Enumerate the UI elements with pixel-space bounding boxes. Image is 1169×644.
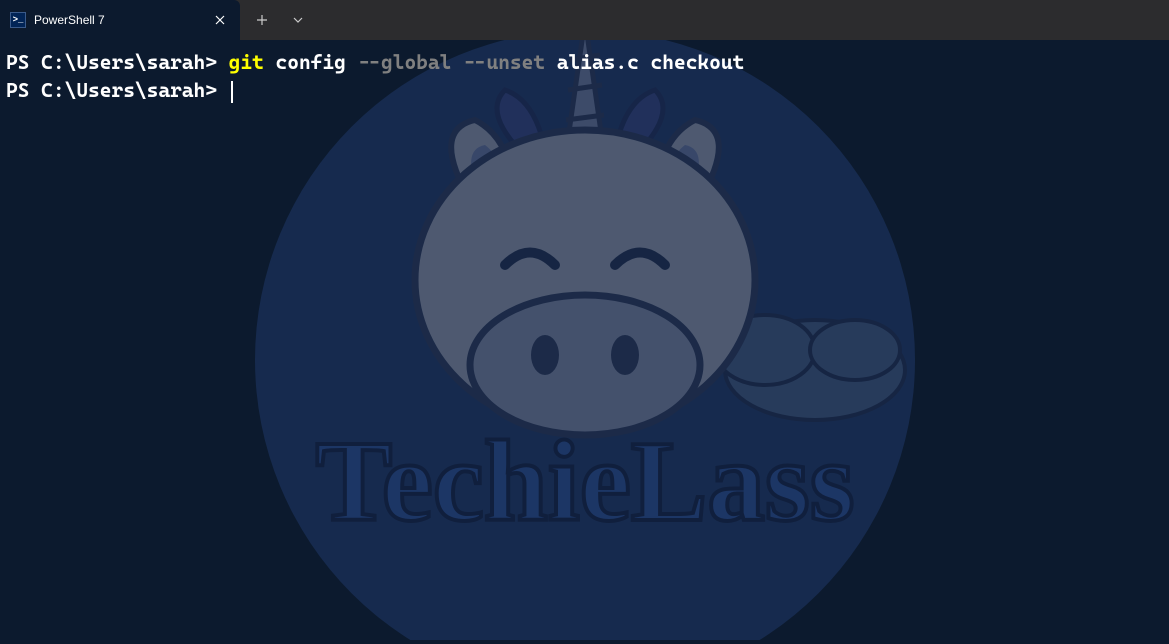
command-segment: config — [276, 50, 346, 74]
command-segment — [264, 50, 276, 74]
command-segment — [545, 50, 557, 74]
titlebar-actions — [244, 0, 316, 40]
command-segment: --global --unset — [358, 50, 546, 74]
terminal-pane[interactable]: PS C:\Users\sarah> git config --global -… — [0, 40, 1169, 112]
command-segment: git — [229, 50, 264, 74]
close-icon[interactable] — [212, 12, 228, 28]
new-tab-button[interactable] — [244, 0, 280, 40]
titlebar: >_ PowerShell 7 — [0, 0, 1169, 40]
powershell-icon: >_ — [10, 12, 26, 28]
prompt: PS C:\Users\sarah> — [6, 50, 229, 74]
prompt: PS C:\Users\sarah> — [6, 78, 229, 102]
terminal-line: PS C:\Users\sarah> — [6, 76, 1163, 104]
dropdown-button[interactable] — [280, 0, 316, 40]
cursor — [231, 81, 233, 103]
command-segment — [346, 50, 358, 74]
tab-title: PowerShell 7 — [34, 13, 204, 27]
command-segment: alias.c checkout — [557, 50, 745, 74]
tab-powershell[interactable]: >_ PowerShell 7 — [0, 0, 240, 40]
watermark-text: TechieLass — [315, 418, 854, 545]
terminal-line: PS C:\Users\sarah> git config --global -… — [6, 48, 1163, 76]
